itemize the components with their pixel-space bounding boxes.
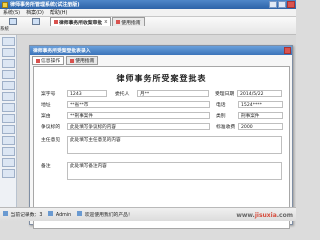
- phone-field[interactable]: 1524****: [238, 101, 283, 108]
- case-entry-dialog: 律师事务所受案登批表录入 信息操作 使用指南 律师事务所受案登批表 案字号 12…: [29, 45, 293, 229]
- toolbar: 系统: [0, 17, 296, 35]
- dispute-label: 争议标的: [41, 125, 61, 130]
- director-opinion-label: 主任意见: [41, 138, 61, 143]
- sidebar-item-10[interactable]: [2, 136, 15, 145]
- dialog-tabs: 信息操作 使用指南: [32, 56, 99, 65]
- app-icon: [2, 1, 8, 8]
- cause-label: 案由: [41, 114, 51, 119]
- approval-form: 案字号 1243 委托人 月** 受理日期 2014/5/22 地址 **省**…: [41, 88, 287, 184]
- entrust-label: 委托人: [115, 92, 130, 97]
- sidebar-item-1[interactable]: [2, 37, 15, 46]
- sidebar-item-4[interactable]: [2, 70, 15, 79]
- menu-system[interactable]: 系统(S): [3, 9, 20, 16]
- type-label: 类别: [216, 114, 226, 119]
- menu-archive[interactable]: 档案(D): [26, 9, 44, 16]
- minimize-button[interactable]: [269, 1, 277, 8]
- site-watermark: www.jisuxia.com: [236, 212, 293, 219]
- maximize-button[interactable]: [278, 1, 286, 8]
- window-title: 律师事务所管理系统(试注册版): [10, 2, 80, 8]
- guide-icon: [70, 58, 75, 63]
- menu-help[interactable]: 帮助(H): [50, 9, 68, 16]
- cause-field[interactable]: **刑事案件: [67, 112, 210, 119]
- form-row-2: 地址 **省**市 电话 1524****: [41, 99, 287, 110]
- fee-field[interactable]: 2000: [238, 123, 283, 130]
- sidebar-item-6[interactable]: [2, 92, 15, 101]
- tool-icon: [32, 18, 40, 25]
- sidebar-item-5[interactable]: [2, 81, 15, 90]
- accept-date-field[interactable]: 2014/5/22: [237, 90, 282, 97]
- sidebar-item-8[interactable]: [2, 114, 15, 123]
- sidebar-item-9[interactable]: [2, 125, 15, 134]
- phone-label: 电话: [216, 103, 226, 108]
- form-row-3: 案由 **刑事案件 类别 刑事案件: [41, 110, 287, 121]
- menubar: 系统(S) 档案(D) 帮助(H): [0, 9, 296, 17]
- entrust-field[interactable]: 月**: [137, 90, 209, 97]
- system-icon: [9, 18, 17, 25]
- remark-label: 备注: [41, 164, 51, 169]
- address-field[interactable]: **省**市: [67, 101, 210, 108]
- tab-case-approval[interactable]: 律师事务所收案审批 x: [50, 17, 112, 26]
- director-opinion-field[interactable]: 此处填写主任意见的内容: [67, 136, 282, 154]
- type-field[interactable]: 刑事案件: [238, 112, 283, 119]
- record-icon: [3, 211, 8, 216]
- document-icon: [54, 20, 58, 24]
- dispute-field[interactable]: 此处填写争议标的内容: [67, 123, 210, 130]
- dialog-title: 律师事务所受案登批表录入: [30, 46, 292, 55]
- form-row-1: 案字号 1243 委托人 月** 受理日期 2014/5/22: [41, 88, 287, 99]
- tab-info-operations[interactable]: 信息操作: [32, 56, 65, 65]
- close-button[interactable]: [287, 1, 295, 8]
- fee-label: 标准收费: [216, 125, 236, 130]
- status-bar: 当前记录数：3 Admin 欢迎使用我们的产品！ www.jisuxia.com: [0, 207, 296, 221]
- sidebar-item-3[interactable]: [2, 59, 15, 68]
- info-icon: [36, 58, 40, 63]
- left-sidebar: [0, 35, 17, 207]
- sidebar-item-2[interactable]: [2, 48, 15, 57]
- welcome-icon: [77, 211, 83, 216]
- sidebar-item-7[interactable]: [2, 103, 15, 112]
- dialog-close-icon[interactable]: [284, 47, 291, 54]
- form-row-remark: 备注 此处填写备注内容: [41, 158, 287, 184]
- window-titlebar: 律师事务所管理系统(试注册版): [0, 0, 296, 9]
- case-no-field[interactable]: 1243: [67, 90, 107, 97]
- approval-form-document: 律师事务所受案登批表 案字号 1243 委托人 月** 受理日期 2014/5/…: [33, 66, 290, 229]
- toolbar-system-button[interactable]: 系统: [0, 18, 24, 34]
- toolbar-second-button[interactable]: [25, 18, 47, 34]
- remark-field[interactable]: 此处填写备注内容: [67, 162, 282, 180]
- sidebar-item-12[interactable]: [2, 158, 15, 167]
- client-area: 律师事务所受案登批表录入 信息操作 使用指南 律师事务所受案登批表 案字号 12…: [17, 35, 296, 229]
- status-record-count: 当前记录数：3: [3, 211, 42, 218]
- case-no-label: 案字号: [41, 92, 56, 97]
- user-icon: [48, 211, 54, 216]
- tab-dialog-guide[interactable]: 使用指南: [66, 56, 99, 65]
- status-user: Admin: [48, 211, 71, 218]
- tab-close-icon[interactable]: x: [104, 20, 107, 25]
- form-title: 律师事务所受案登批表: [116, 74, 207, 83]
- window-controls: [269, 1, 295, 8]
- accept-date-label: 受理日期: [215, 92, 235, 97]
- address-label: 地址: [41, 103, 51, 108]
- sidebar-item-13[interactable]: [2, 169, 15, 178]
- tab-user-guide[interactable]: 使用指南: [112, 17, 145, 26]
- form-row-opinion: 主任意见 此处填写主任意见的内容: [41, 132, 287, 158]
- status-welcome: 欢迎使用我们的产品！: [77, 211, 133, 218]
- guide-icon: [116, 20, 121, 24]
- sidebar-item-11[interactable]: [2, 147, 15, 156]
- form-row-4: 争议标的 此处填写争议标的内容 标准收费 2000: [41, 121, 287, 132]
- document-tabs: 律师事务所收案审批 x 使用指南: [50, 17, 145, 26]
